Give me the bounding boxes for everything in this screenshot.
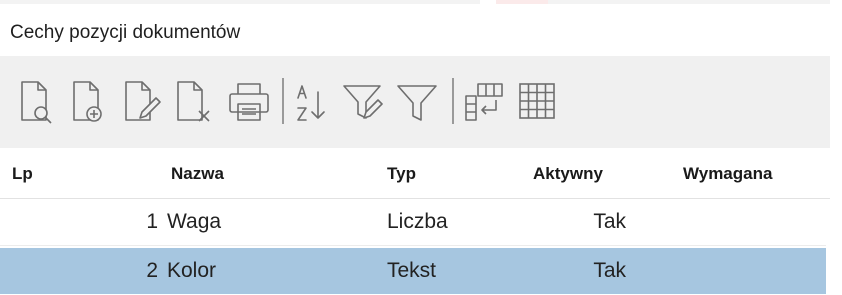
cell-lp: 2 xyxy=(146,259,158,282)
column-header-aktywny[interactable]: Aktywny xyxy=(533,150,603,198)
sort-az-icon xyxy=(297,85,325,121)
print-button[interactable] xyxy=(226,78,272,126)
cell-lp: 1 xyxy=(146,210,158,233)
printer-icon xyxy=(229,83,269,121)
column-header-nazwa[interactable]: Nazwa xyxy=(171,150,224,198)
table-row-selected[interactable]: 2 Kolor Tekst Tak xyxy=(0,248,826,294)
insert-row-button[interactable] xyxy=(462,78,508,126)
column-header-wymagana[interactable]: Wymagana xyxy=(683,150,772,198)
column-header-typ[interactable]: Typ xyxy=(387,150,416,198)
document-add-icon xyxy=(73,81,102,122)
table-row[interactable]: 1 Waga Liczba Tak xyxy=(0,199,826,246)
grid-header: Lp Nazwa Typ Aktywny Wymagana xyxy=(0,150,830,199)
toolbar-separator xyxy=(452,78,454,124)
toolbar xyxy=(0,56,830,148)
cell-typ: Liczba xyxy=(387,210,448,233)
column-header-lp[interactable]: Lp xyxy=(12,150,33,198)
document-delete-icon xyxy=(177,81,210,122)
toolbar-separator xyxy=(282,78,284,124)
add-button[interactable] xyxy=(68,78,114,126)
filter-edit-icon xyxy=(343,85,383,119)
cell-aktywny: Tak xyxy=(593,210,626,233)
tab-strip-segment-highlight xyxy=(496,0,548,4)
table-grid-button[interactable] xyxy=(514,78,560,126)
delete-button[interactable] xyxy=(172,78,218,126)
panel-title: Cechy pozycji dokumentów xyxy=(10,22,241,43)
filter-edit-button[interactable] xyxy=(340,78,386,126)
cell-aktywny: Tak xyxy=(593,259,626,282)
table-grid-icon xyxy=(519,83,555,119)
insert-row-icon xyxy=(465,83,503,121)
preview-button[interactable] xyxy=(16,78,62,126)
top-tab-strip xyxy=(0,0,842,8)
sort-button[interactable] xyxy=(292,78,338,126)
cell-nazwa: Kolor xyxy=(167,259,217,282)
edit-button[interactable] xyxy=(120,78,166,126)
cell-nazwa: Waga xyxy=(167,210,222,233)
document-edit-icon xyxy=(125,81,161,121)
tab-strip-segment xyxy=(548,0,830,4)
filter-icon xyxy=(397,85,437,121)
filter-button[interactable] xyxy=(394,78,440,126)
tab-strip-segment xyxy=(0,0,480,4)
cell-typ: Tekst xyxy=(387,259,437,282)
document-preview-icon xyxy=(21,81,52,124)
